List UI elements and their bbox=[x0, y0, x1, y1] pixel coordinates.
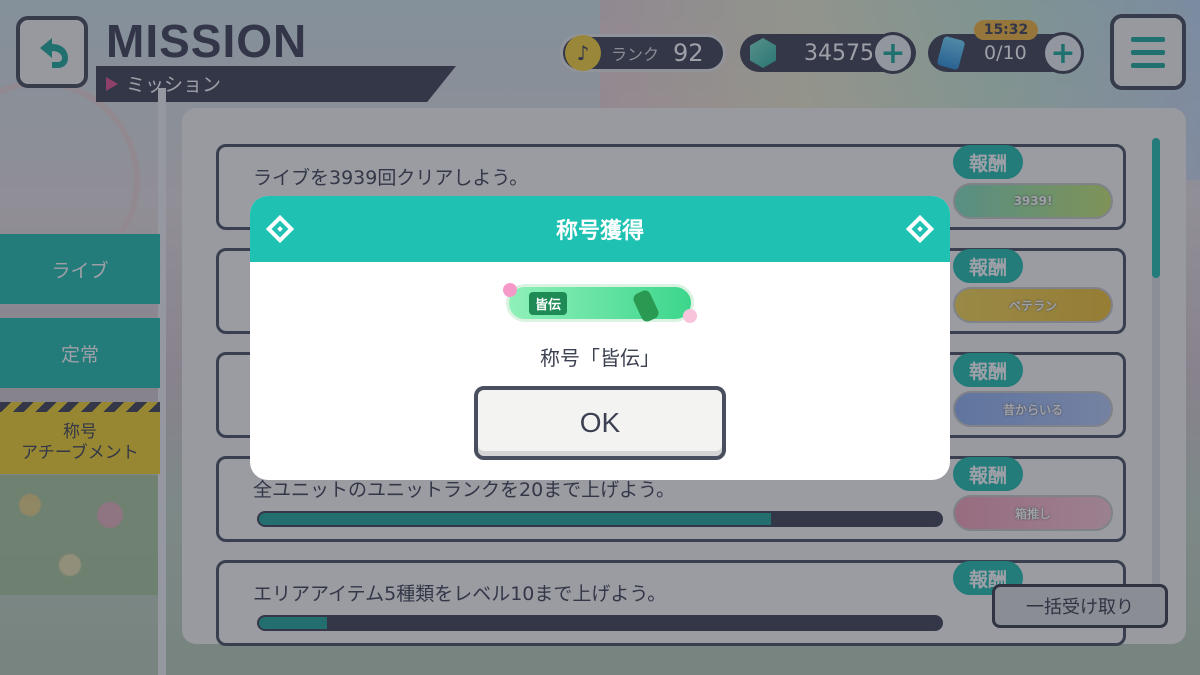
battery-icon bbox=[631, 288, 661, 324]
title-acquired-dialog: 称号獲得 皆伝 称号「皆伝」 OK bbox=[250, 196, 950, 480]
dialog-message: 称号「皆伝」 bbox=[540, 346, 660, 370]
flower-icon bbox=[503, 283, 517, 297]
earned-title-badge: 皆伝 bbox=[503, 283, 697, 324]
diamond-icon bbox=[905, 214, 935, 244]
badge-tag: 皆伝 bbox=[529, 291, 568, 315]
dialog-header: 称号獲得 bbox=[250, 196, 950, 262]
ok-button[interactable]: OK bbox=[474, 386, 726, 460]
bulk-receive-button[interactable]: 一括受け取り bbox=[992, 584, 1168, 628]
diamond-icon bbox=[265, 214, 295, 244]
dialog-title: 称号獲得 bbox=[555, 219, 644, 244]
flower-icon bbox=[683, 309, 697, 323]
